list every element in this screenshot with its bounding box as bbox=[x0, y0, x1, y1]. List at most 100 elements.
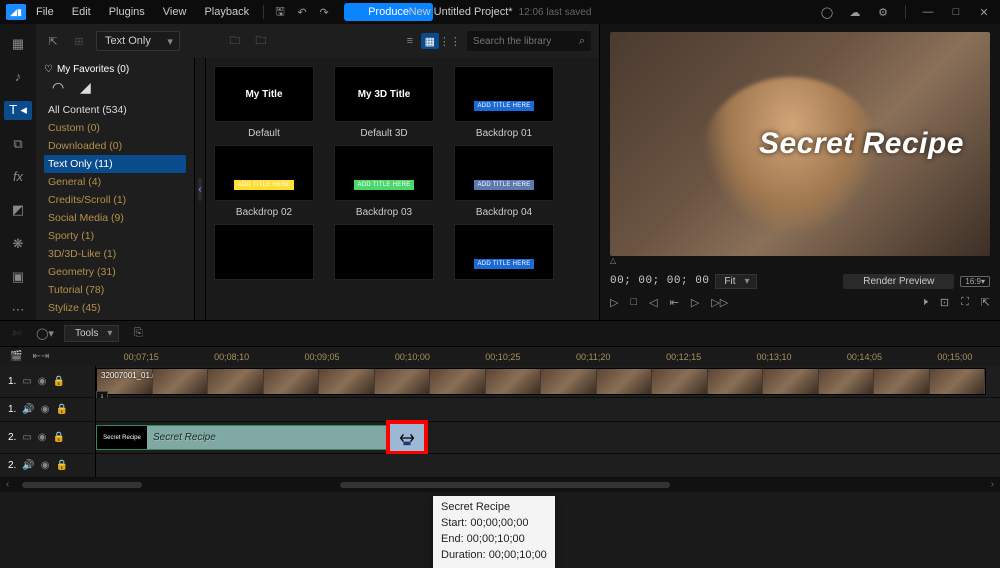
save-icon[interactable]: 🖫 bbox=[270, 2, 290, 22]
thumb-item[interactable]: ADD TITLE HERE bbox=[334, 145, 434, 201]
tool-transition[interactable]: ⧉ bbox=[7, 134, 29, 153]
lock-icon[interactable]: 🔒 bbox=[56, 460, 68, 471]
minimize-icon[interactable]: — bbox=[918, 2, 938, 22]
tool-particle[interactable]: ❋ bbox=[7, 234, 29, 253]
marker-icon[interactable]: ⎘ bbox=[129, 325, 147, 343]
view-details-icon[interactable]: ⋮⋮ bbox=[441, 33, 459, 49]
ruler-tick: 00;08;10 bbox=[186, 352, 276, 362]
category-item[interactable]: 3D/3D-Like (1) bbox=[44, 245, 186, 263]
app-logo: ◢▮ bbox=[6, 4, 26, 20]
tool-title[interactable]: T ◂ bbox=[4, 101, 32, 120]
track-type-audio-icon[interactable]: 🔊 bbox=[22, 460, 34, 471]
track-type-video-icon[interactable]: ▭ bbox=[22, 432, 31, 443]
thumb-item[interactable] bbox=[334, 224, 434, 280]
thumb-item[interactable]: My Title bbox=[214, 66, 314, 122]
visibility-icon[interactable]: ◉ bbox=[38, 432, 47, 443]
tools-dropdown[interactable]: Tools bbox=[64, 325, 119, 342]
track-type-video-icon[interactable]: ▭ bbox=[22, 376, 31, 387]
popout-icon[interactable]: ⇱ bbox=[981, 296, 990, 309]
ruler-tick: 00;09;05 bbox=[277, 352, 367, 362]
import-icon[interactable]: ⇱ bbox=[44, 32, 62, 50]
thumb-item[interactable]: ADD TITLE HERE bbox=[454, 66, 554, 122]
mark-in-icon[interactable]: ⇤ bbox=[670, 296, 679, 309]
category-item[interactable]: Text Only (11) bbox=[44, 155, 186, 173]
cut-icon[interactable]: ✄ bbox=[8, 325, 26, 343]
category-item[interactable]: All Content (534) bbox=[44, 101, 186, 119]
view-list-icon[interactable]: ≡ bbox=[401, 33, 419, 49]
track-number: 2. bbox=[8, 432, 16, 443]
menu-view[interactable]: View bbox=[155, 3, 195, 21]
newfolder-icon[interactable]: 🗀 bbox=[226, 32, 244, 50]
aspect-badge[interactable]: 16:9▾ bbox=[960, 276, 990, 287]
ruler-tick: 00;14;05 bbox=[819, 352, 909, 362]
fav-shape-arc[interactable]: ◠ bbox=[52, 79, 72, 95]
prev-frame-icon[interactable]: ◁ bbox=[649, 296, 657, 309]
render-preview-button[interactable]: Render Preview bbox=[843, 274, 954, 289]
snapshot-icon[interactable]: ⊡ bbox=[940, 296, 949, 309]
tool-audio[interactable]: ♪ bbox=[7, 67, 29, 86]
fav-shape-tri[interactable]: ◢ bbox=[80, 79, 100, 95]
category-item[interactable]: Tutorial (78) bbox=[44, 281, 186, 299]
category-dropdown[interactable]: Text Only bbox=[96, 31, 180, 51]
category-item[interactable]: Sporty (1) bbox=[44, 227, 186, 245]
menu-file[interactable]: File bbox=[28, 3, 62, 21]
visibility-icon[interactable]: ◉ bbox=[38, 376, 47, 387]
timeline-scrollbar[interactable]: ‹ › bbox=[0, 478, 1000, 492]
menu-edit[interactable]: Edit bbox=[64, 3, 99, 21]
category-item[interactable]: Geometry (31) bbox=[44, 263, 186, 281]
category-item[interactable]: Downloaded (0) bbox=[44, 137, 186, 155]
fit-width-icon[interactable]: ⇤⇥ bbox=[32, 351, 49, 362]
trim-handle[interactable] bbox=[386, 420, 428, 455]
movie-mode-icon[interactable]: 🎬 bbox=[10, 351, 22, 362]
redo-icon[interactable]: ↷ bbox=[314, 2, 334, 22]
newfolder2-icon[interactable]: 🗀 bbox=[252, 32, 270, 50]
category-item[interactable]: Credits/Scroll (1) bbox=[44, 191, 186, 209]
search-icon[interactable]: ⌕ bbox=[579, 35, 585, 48]
maximize-icon[interactable]: □ bbox=[946, 2, 966, 22]
sync-icon[interactable]: ◯▾ bbox=[36, 325, 54, 343]
filter-icon[interactable]: ⊞ bbox=[70, 32, 88, 50]
menu-playback[interactable]: Playback bbox=[196, 3, 257, 21]
lock-icon[interactable]: 🔒 bbox=[53, 432, 65, 443]
category-item[interactable]: Stylize (45) bbox=[44, 299, 186, 317]
tool-more[interactable]: ⋯ bbox=[7, 301, 29, 320]
tool-template[interactable]: ▣ bbox=[7, 267, 29, 286]
category-item[interactable]: General (4) bbox=[44, 173, 186, 191]
thumb-item[interactable]: My 3D Title bbox=[334, 66, 434, 122]
video-clip[interactable] bbox=[96, 368, 986, 395]
undo-icon[interactable]: ↶ bbox=[292, 2, 312, 22]
fullscreen-icon[interactable]: ⛶ bbox=[961, 296, 969, 309]
thumb-item[interactable]: ADD TITLE HERE bbox=[454, 224, 554, 280]
menu-plugins[interactable]: Plugins bbox=[101, 3, 153, 21]
close-icon[interactable]: ✕ bbox=[974, 2, 994, 22]
settings-icon[interactable]: ⚙ bbox=[873, 2, 893, 22]
thumb-item[interactable]: ADD TITLE HERE bbox=[454, 145, 554, 201]
tool-fx[interactable]: fx bbox=[7, 167, 29, 186]
category-item[interactable]: Social Media (9) bbox=[44, 209, 186, 227]
fast-fwd-icon[interactable]: ▷▷ bbox=[711, 296, 728, 309]
visibility-icon[interactable]: ◉ bbox=[41, 404, 50, 415]
collapse-handle[interactable]: ‹ bbox=[194, 58, 206, 320]
next-frame-icon[interactable]: ▷ bbox=[691, 296, 699, 309]
volume-icon[interactable]: 🕨 bbox=[921, 296, 928, 309]
title-clip[interactable]: Secret Recipe Secret Recipe bbox=[96, 425, 426, 450]
view-grid-icon[interactable]: ▦ bbox=[421, 33, 439, 49]
lock-icon[interactable]: 🔒 bbox=[53, 376, 65, 387]
account-icon[interactable]: ◯ bbox=[817, 2, 837, 22]
category-item[interactable]: Custom (0) bbox=[44, 119, 186, 137]
search-input[interactable] bbox=[473, 36, 573, 47]
thumb-item[interactable] bbox=[214, 224, 314, 280]
thumb-item[interactable]: ADD TITLE HERE bbox=[214, 145, 314, 201]
preview-scrubber[interactable] bbox=[610, 258, 990, 268]
play-icon[interactable]: ▷ bbox=[610, 296, 618, 309]
tool-overlay[interactable]: ◩ bbox=[7, 201, 29, 220]
preview-viewport[interactable]: Secret Recipe bbox=[610, 32, 990, 256]
last-saved-label: 12:06 last saved bbox=[519, 7, 592, 18]
stop-icon[interactable]: □ bbox=[630, 296, 637, 308]
fit-dropdown[interactable]: Fit bbox=[715, 274, 756, 289]
lock-icon[interactable]: 🔒 bbox=[56, 404, 68, 415]
track-type-audio-icon[interactable]: 🔊 bbox=[22, 404, 34, 415]
tool-media[interactable]: ▦ bbox=[7, 34, 29, 53]
visibility-icon[interactable]: ◉ bbox=[41, 460, 50, 471]
cloud-icon[interactable]: ☁ bbox=[845, 2, 865, 22]
